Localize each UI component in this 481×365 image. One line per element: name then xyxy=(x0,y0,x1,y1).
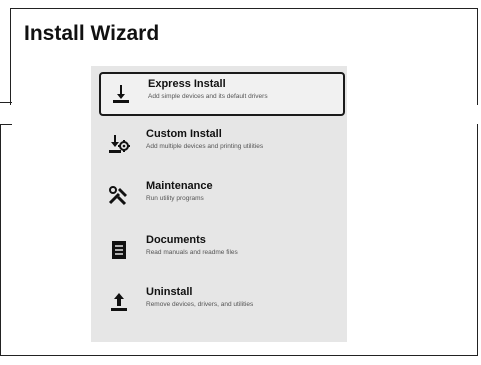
menu-item-uninstall[interactable]: Uninstall Remove devices, drivers, and u… xyxy=(99,282,341,322)
menu-item-description: Add simple devices and its default drive… xyxy=(148,93,268,100)
callout-frame-bottom-tail xyxy=(0,124,12,125)
menu-item-label: Custom Install xyxy=(146,128,222,140)
menu-item-label: Uninstall xyxy=(146,286,193,298)
menu-item-custom-install[interactable]: Custom Install Add multiple devices and … xyxy=(99,124,341,164)
menu-item-maintenance[interactable]: Maintenance Run utility programs xyxy=(99,176,341,216)
menu-item-description: Add multiple devices and printing utilit… xyxy=(146,143,264,150)
custom-install-icon xyxy=(107,132,131,156)
callout-frame-top-tail xyxy=(0,102,12,103)
menu-item-description: Remove devices, drivers, and utilities xyxy=(146,301,254,308)
tools-icon xyxy=(107,184,131,208)
menu-item-documents[interactable]: Documents Read manuals and readme files xyxy=(99,230,341,270)
install-menu-panel: Express Install Add simple devices and i… xyxy=(91,66,347,342)
download-icon xyxy=(109,82,133,106)
menu-item-label: Documents xyxy=(146,234,206,246)
menu-item-label: Maintenance xyxy=(146,180,213,192)
document-icon xyxy=(107,238,131,262)
menu-item-express-install[interactable]: Express Install Add simple devices and i… xyxy=(99,72,345,116)
upload-icon xyxy=(107,290,131,314)
menu-item-label: Express Install xyxy=(148,78,226,90)
menu-item-description: Read manuals and readme files xyxy=(146,249,238,256)
window-title: Install Wizard xyxy=(24,22,160,45)
menu-item-description: Run utility programs xyxy=(146,195,204,202)
